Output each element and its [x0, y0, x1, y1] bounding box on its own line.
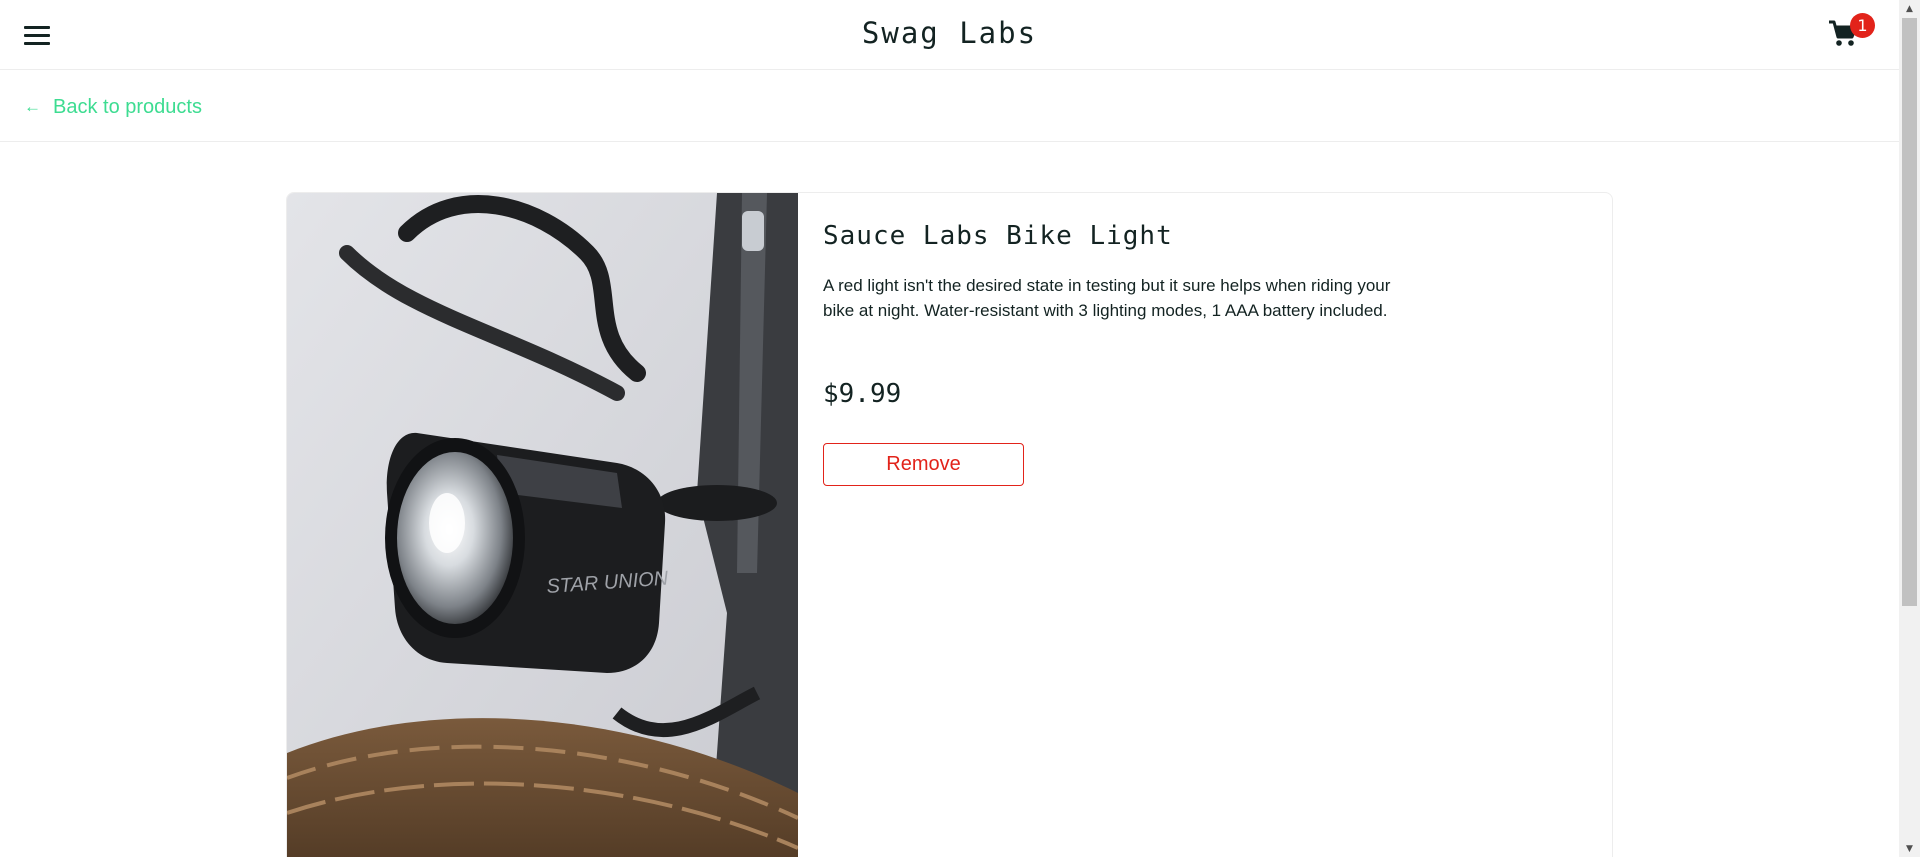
remove-button[interactable]: Remove — [823, 443, 1024, 486]
vertical-scrollbar[interactable]: ▲ ▼ — [1899, 0, 1920, 857]
scroll-down-arrow-icon[interactable]: ▼ — [1899, 840, 1920, 857]
primary-header: Swag Labs 1 — [0, 0, 1899, 70]
secondary-header: ← Back to products — [0, 70, 1899, 142]
page-viewport: Swag Labs 1 ← Back to products STAR UNIO… — [0, 0, 1899, 857]
bike-light-photo: STAR UNION — [287, 193, 798, 857]
product-image: STAR UNION — [287, 193, 798, 857]
product-description: A red light isn't the desired state in t… — [823, 276, 1391, 320]
product-name: Sauce Labs Bike Light — [823, 221, 1173, 251]
back-to-products-label: Back to products — [53, 95, 202, 118]
shopping-cart-link[interactable]: 1 — [1826, 13, 1875, 56]
app-logo: Swag Labs — [861, 16, 1038, 50]
arrow-left-icon: ← — [24, 97, 41, 116]
cart-badge: 1 — [1850, 13, 1875, 38]
product-details-card: STAR UNION Sauce Labs Bike Light A red l… — [286, 192, 1613, 857]
scroll-up-arrow-icon[interactable]: ▲ — [1899, 0, 1920, 17]
product-price: $9.99 — [823, 379, 902, 409]
back-to-products-button[interactable]: ← Back to products — [24, 94, 202, 120]
product-info: Sauce Labs Bike Light A red light isn't … — [823, 221, 1423, 486]
scrollbar-thumb[interactable] — [1902, 18, 1917, 606]
